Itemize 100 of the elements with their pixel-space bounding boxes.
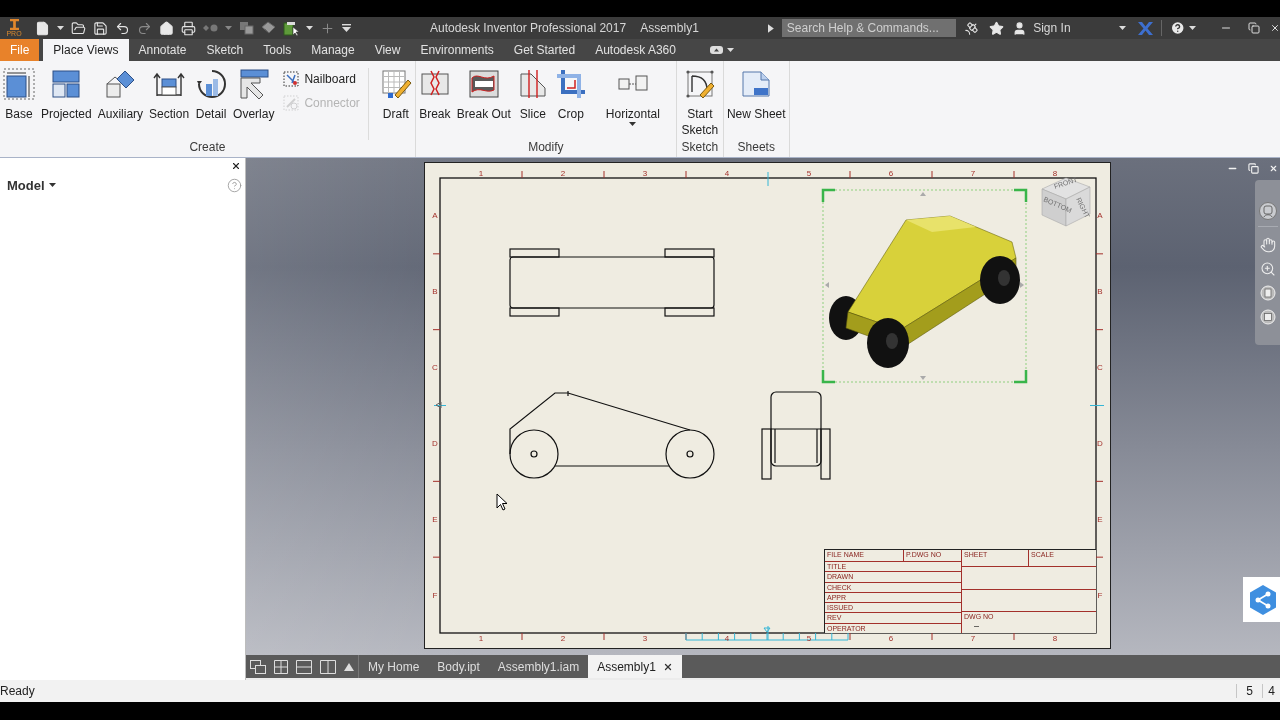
layout-panels-icon[interactable] [50,68,83,100]
cascade-windows-icon[interactable] [250,659,266,674]
ribbon-tab[interactable]: Place Views [43,39,129,61]
ribbon-tab[interactable]: Environments [410,39,504,61]
circled-page-icon[interactable] [1259,285,1276,301]
ribbon-tool-button[interactable]: Break [415,64,454,122]
app-title: Autodesk Inventor Professional 2017 [430,21,627,35]
share-button[interactable] [1243,577,1280,622]
stacked-boxes-icon[interactable] [239,21,254,35]
user-icon[interactable] [1012,20,1028,36]
caret-icon[interactable] [1189,26,1196,30]
new-file-icon[interactable] [35,20,50,36]
plus-icon[interactable] [320,20,335,36]
zone-number: 7 [970,634,976,643]
circle-arrow-icon[interactable] [195,68,228,100]
zone-number: 8 [1052,634,1058,643]
print-icon[interactable] [181,20,196,36]
diamond-icon[interactable] [261,21,276,35]
close-icon[interactable] [1270,23,1280,33]
ribbon-tab[interactable]: Tools [253,39,302,61]
crop-corners-icon[interactable] [554,68,587,100]
grid-pencil-icon[interactable] [379,68,412,100]
ribbon-tool-button[interactable]: Nailboard [281,70,362,88]
folder-icon[interactable] [71,20,86,36]
search-field[interactable]: Search Help & Commands... [781,19,957,37]
ribbon-tool-button[interactable]: Break Out [453,64,514,122]
ribbon-tool-button[interactable]: Projected [38,64,95,122]
sheet-icon[interactable] [740,68,773,100]
restore-icon[interactable] [1248,163,1259,174]
satellite-icon[interactable] [964,20,980,36]
zone-number: 8 [1052,169,1058,178]
round-face-icon[interactable] [1258,202,1277,220]
zone-letter: A [432,211,438,221]
tilted-cube-icon[interactable] [104,68,137,100]
redo-icon[interactable] [137,20,152,36]
caret-icon[interactable] [57,26,64,30]
dotted-frame-icon[interactable] [283,71,300,87]
diamond-circle-icon[interactable] [203,24,218,32]
ribbon-tool-button[interactable]: Horizontal [589,64,676,126]
side-by-side-panes-icon[interactable] [320,659,336,674]
hand-icon[interactable] [1259,237,1276,253]
stacked-panes-icon[interactable] [296,659,312,674]
ribbon-tool-button[interactable]: Base [0,64,38,122]
ribbon-tab[interactable]: Sketch [196,39,254,61]
sign-in-button[interactable]: Sign In [1033,21,1071,35]
zone-letter: A [1097,211,1103,221]
zone-number: 4 [724,634,730,643]
ribbon-tool-button[interactable]: Section [146,64,193,122]
ribbon-tool-button[interactable]: Detail [192,64,231,122]
caret-icon[interactable] [726,48,734,52]
document-tab[interactable]: My Home [359,655,429,678]
close-icon[interactable] [231,160,241,171]
zone-letter: C [1097,363,1103,373]
ribbon-tool-button[interactable]: New Sheet [723,64,789,122]
ribbon-tab[interactable]: View [364,39,411,61]
dimensioned-square-icon[interactable] [3,68,35,100]
ribbon-tool-button[interactable]: Start Sketch [676,64,723,138]
zone-letter: E [432,514,438,524]
corner-arrow-icon[interactable] [237,68,270,100]
undo-icon[interactable] [115,20,130,36]
tile-grid-icon[interactable] [274,659,288,674]
zoom-icon[interactable] [1259,261,1276,277]
play-triangle-icon[interactable] [768,23,774,33]
caret-icon [48,183,56,187]
ribbon-tool-button[interactable]: Auxiliary [94,64,147,122]
zone-number: 4 [724,169,730,178]
save-icon[interactable] [93,20,108,36]
panel-title: Create [188,140,227,156]
box-pointer-icon[interactable] [283,20,299,36]
share-icon [1249,584,1277,615]
document-tab[interactable]: Assembly1 [588,655,682,678]
model-menu-button[interactable]: Model [7,177,56,193]
caret-icon[interactable] [1118,26,1126,30]
rounded-tab-icon[interactable] [709,46,723,54]
zone-number: 7 [970,169,976,178]
ribbon-tab[interactable]: Manage [301,39,365,61]
star-icon[interactable] [989,20,1005,36]
status-field: 5 [1236,684,1262,698]
torn-block-icon[interactable] [467,68,500,100]
ribbon-tool-button[interactable]: Draft [376,64,415,122]
panel-title: Sheets [736,140,776,156]
help-icon[interactable] [1169,20,1185,36]
zone-number: 6 [888,169,894,178]
up-triangle-icon[interactable] [344,662,354,671]
home-icon[interactable] [159,20,174,36]
ribbon-tab[interactable]: Annotate [128,39,197,61]
close-icon[interactable] [662,661,673,672]
caret-icon[interactable] [306,26,313,30]
app-logo-icon[interactable] [9,19,19,30]
document-tab[interactable]: Body.ipt [428,655,489,678]
menu-caret-icon[interactable] [342,24,351,32]
ribbon-tab[interactable]: Get Started [503,39,586,61]
ribbon-tool-button[interactable]: Slice [513,64,552,122]
ribbon-tool-button[interactable]: Crop [551,64,590,122]
restore-icon[interactable] [1248,22,1260,34]
zone-number: 2 [560,169,566,178]
document-tab[interactable]: Assembly1.iam [488,655,589,678]
ribbon-tab[interactable]: Autodesk A360 [585,39,686,61]
view-selection-frame[interactable] [822,189,1027,383]
ribbon-tool-button[interactable]: Overlay [230,64,278,122]
